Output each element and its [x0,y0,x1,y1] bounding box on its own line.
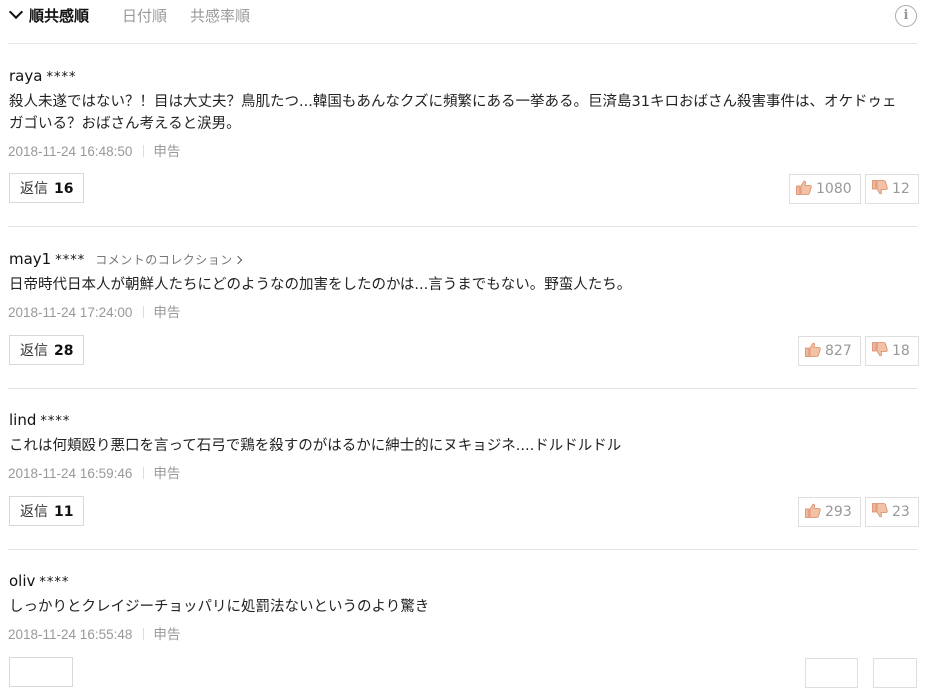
author-name: lind [9,411,37,429]
sort-by-empathy-rate[interactable]: 共感率順 [190,6,250,26]
like-button[interactable]: 293 [798,497,861,527]
author-masked-id: **** [55,253,86,268]
reply-button[interactable]: 返信 16 [9,173,85,203]
like-button[interactable] [805,658,858,688]
comment-collection-label: コメントのコレクション [95,253,233,267]
report-link[interactable]: 申告 [153,466,180,482]
thumbs-down-icon [872,341,888,356]
author-masked-id: **** [39,575,70,590]
dislike-count: 12 [892,181,910,197]
chevron-right-icon [233,255,242,265]
comment-meta: 2018-11-24 16:55:48 申告 [8,626,180,644]
comment-text: しっかりとクレイジーチョッパリに処罰法ないというのより驚き [9,599,430,615]
thumbs-down-icon [872,179,888,194]
thumbs-up-icon [805,503,821,518]
report-link[interactable]: 申告 [153,144,180,160]
dislike-button[interactable]: 12 [865,174,919,204]
author-name: raya [9,67,43,85]
comment-text: これは何頬殴り悪口を言って石弓で鶏を殺すのがはるかに紳士的にヌキョジネ....ド… [9,438,622,454]
comment-author[interactable]: raya **** [9,66,76,88]
reply-count: 28 [54,343,74,359]
chevron-down-icon [8,4,24,20]
reply-button[interactable]: 返信 11 [9,496,85,526]
thumbs-down-icon [872,502,888,517]
author-masked-id: **** [46,70,77,85]
comment-date: 2018-11-24 16:48:50 [8,144,133,159]
comment-text: 殺人未遂ではない？！目は大丈夫？鳥肌たつ...韓国もあんなクズに頻繁にある一挙あ… [9,94,897,132]
comment-item: may1 **** コメントのコレクション 日帝時代日本人が朝鮮人たちにどのようなの… [8,249,919,389]
sort-by-empathy[interactable]: 順共感順 [8,4,90,26]
dislike-count: 18 [892,343,910,359]
like-count: 827 [825,343,852,359]
comment-item: oliv **** しっかりとクレイジーチョッパリに処罰法ないというのより驚き 2… [8,571,917,688]
reply-label: 返信 [20,181,48,197]
reply-button[interactable]: 返信 28 [9,335,85,365]
comment-item: lind **** これは何頬殴り悪口を言って石弓で鶏を殺すのがはるかに紳士的にヌ… [8,410,919,550]
divider [143,306,145,318]
reply-count: 16 [54,181,74,197]
comment-author[interactable]: oliv **** [9,571,69,593]
like-button[interactable]: 1080 [789,174,861,204]
comment-text: 日帝時代日本人が朝鮮人たちにどのようなの加害をしたのかは...言うまでもない。野… [9,277,632,293]
dislike-button[interactable]: 18 [865,336,919,366]
sort-by-empathy-label: 順共感順 [29,7,90,25]
like-count: 1080 [816,181,852,197]
dislike-button[interactable] [873,658,917,688]
comment-author[interactable]: lind **** [9,410,70,432]
report-link[interactable]: 申告 [153,305,180,321]
comment-meta: 2018-11-24 16:48:50 申告 [8,143,180,161]
author-name: may1 [9,250,52,268]
author-name: oliv [9,572,36,590]
comment-date: 2018-11-24 16:59:46 [8,466,133,481]
like-button[interactable]: 827 [798,336,861,366]
info-icon[interactable]: i [895,5,917,27]
comment-item: raya **** 殺人未遂ではない？！目は大丈夫？鳥肌たつ...韓国もあんなクズ… [8,66,919,227]
comment-meta: 2018-11-24 17:24:00 申告 [8,304,180,322]
thumbs-up-icon [796,180,812,195]
comment-date: 2018-11-24 16:55:48 [8,627,133,642]
like-count: 293 [825,504,852,520]
sort-bar: 順共感順 日付順 共感率順 i [8,0,917,44]
comment-meta: 2018-11-24 16:59:46 申告 [8,465,180,483]
divider [143,628,145,640]
comment-author[interactable]: may1 **** コメントのコレクション [9,249,242,271]
reply-label: 返信 [20,504,48,520]
author-masked-id: **** [40,414,71,429]
divider [143,467,145,479]
sort-by-date[interactable]: 日付順 [122,6,167,26]
dislike-count: 23 [892,504,910,520]
comment-date: 2018-11-24 17:24:00 [8,305,133,320]
dislike-button[interactable]: 23 [865,497,919,527]
reply-count: 11 [54,504,74,520]
comment-collection-link[interactable]: コメントのコレクション [95,253,242,267]
thumbs-up-icon [805,342,821,357]
report-link[interactable]: 申告 [153,627,180,643]
reply-label: 返信 [20,343,48,359]
divider [143,145,145,157]
